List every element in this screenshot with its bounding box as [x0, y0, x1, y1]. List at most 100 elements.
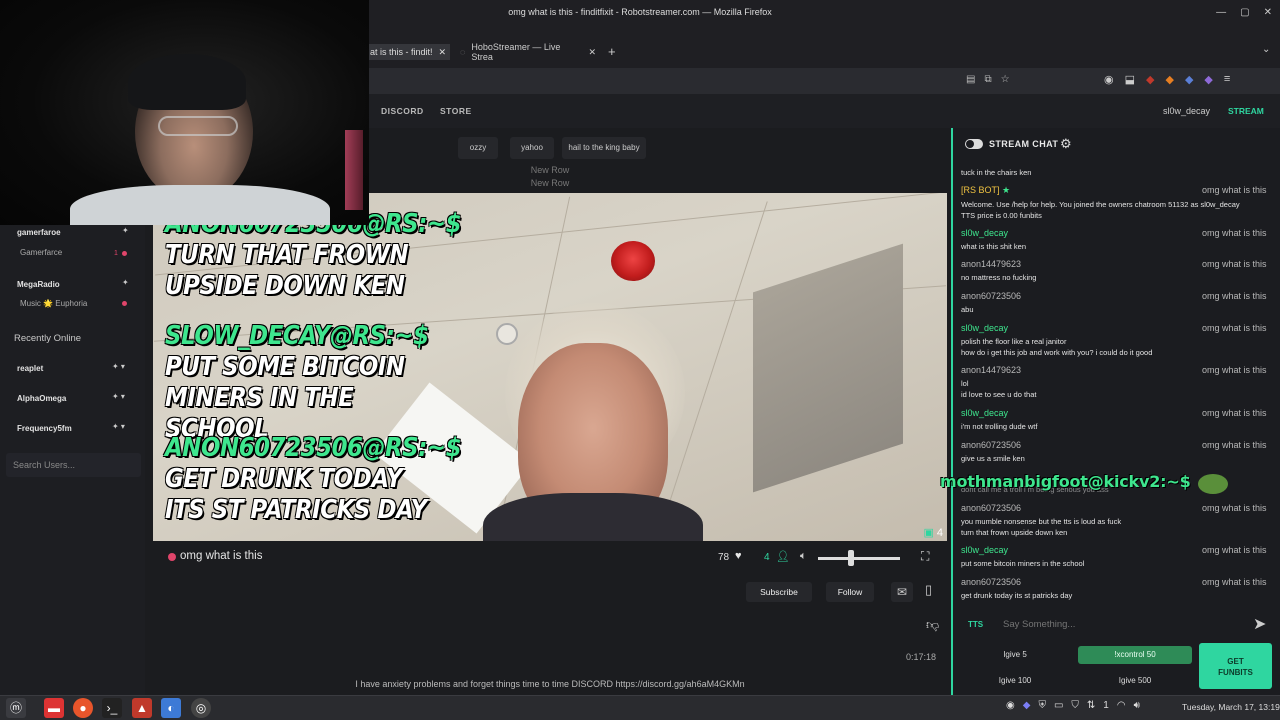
browser-icon[interactable]: ◐	[161, 698, 181, 718]
tab-active[interactable]: at is this - findit! ✕	[368, 44, 450, 60]
terminal-icon[interactable]: ›_	[102, 698, 122, 718]
purple-extension-icon[interactable]: ◆	[1204, 73, 1212, 86]
nav-discord-link[interactable]: DISCORD	[381, 106, 424, 116]
send-icon[interactable]: ➤	[1253, 614, 1266, 634]
video-player[interactable]: ANON60723506@RS:~$ TURN THAT FROWN UPSID…	[153, 193, 947, 541]
chat-username[interactable]: sl0w_decay	[961, 323, 1008, 333]
wifi-icon[interactable]: ◠	[1117, 700, 1126, 711]
speaker-mute-icon[interactable]: 🔈︎	[800, 550, 807, 563]
folder-icon[interactable]: ▬	[44, 698, 64, 718]
tts-toggle[interactable]: TTS	[968, 620, 983, 629]
fox-extension-icon[interactable]: ◆	[1165, 73, 1173, 86]
bookmark-star-icon[interactable]: ☆	[1001, 74, 1010, 85]
gear-icon[interactable]: ⚙	[1060, 136, 1072, 152]
chat-username[interactable]: sl0w_decay	[961, 228, 1008, 238]
volume-slider-track[interactable]	[818, 557, 900, 560]
obs-icon[interactable]: ◎	[191, 698, 211, 718]
live-indicator	[168, 553, 176, 561]
ceiling-light-panel	[753, 243, 903, 493]
extensions-icon[interactable]: ⬓	[1125, 73, 1135, 86]
tab-label: HoboStreamer — Live Strea	[471, 42, 561, 62]
subscribe-button[interactable]: Subscribe	[746, 582, 812, 602]
chat-message-room: omg what is this	[1202, 577, 1267, 587]
viewer-count: 4	[764, 552, 770, 563]
user-menu[interactable]: sl0w_decay	[1163, 106, 1210, 116]
tip-button[interactable]: Igive 100	[958, 672, 1072, 690]
sidebar-live-user[interactable]: MegaRadio	[17, 280, 60, 289]
volume-slider-handle[interactable]	[847, 550, 854, 566]
user-actions-icon[interactable]: ✦ ▾	[112, 422, 125, 431]
chat-username[interactable]: sl0w_decay	[961, 545, 1008, 555]
chevron-down-icon[interactable]: ⌄	[1262, 44, 1270, 55]
new-row-button[interactable]: New Row	[520, 178, 580, 188]
stream-timer: 0:17:18	[906, 652, 937, 662]
update-icon[interactable]: ⛨	[1038, 700, 1046, 711]
urlbar-icons: ▤ ⧉ ☆	[966, 74, 1010, 85]
get-funbits-button[interactable]: GET FUNBITS	[1199, 643, 1272, 689]
close-icon[interactable]: ✕	[1264, 7, 1272, 18]
chat-username[interactable]: sl0w_decay	[961, 408, 1008, 418]
start-menu-icon[interactable]: ⓜ	[6, 698, 26, 718]
user-actions-icon[interactable]: ✦ ▾	[112, 362, 125, 371]
ublock-icon[interactable]: ◆	[1146, 73, 1154, 86]
chat-message-text: give us a smile ken	[961, 454, 1025, 463]
chat-username[interactable]: anon60723506	[961, 291, 1021, 301]
mail-icon[interactable]: ✉	[891, 582, 913, 602]
fullscreen-icon[interactable]: ⛶	[921, 549, 929, 564]
chat-username[interactable]: anon60723506	[961, 577, 1021, 587]
menu-icon[interactable]: ≡	[1224, 73, 1230, 86]
tab-hobostreamer[interactable]: ◌ HoboStreamer — Live Strea ✕	[456, 42, 596, 62]
quick-button-ozzy[interactable]: ozzy	[458, 137, 498, 159]
new-row-button[interactable]: New Row	[520, 165, 580, 175]
network-icon[interactable]: ⇅	[1087, 700, 1095, 711]
clipboard-icon[interactable]: ▭	[1054, 700, 1063, 711]
sidebar-live-user[interactable]: gamerfaroe	[17, 228, 61, 237]
close-tab-icon[interactable]: ✕	[588, 47, 596, 58]
chat-toggle[interactable]	[965, 139, 983, 149]
pin-icon[interactable]: ✦	[122, 226, 129, 235]
account-icon[interactable]: ◉	[1104, 73, 1114, 86]
volume-icon[interactable]: 🔊︎	[1134, 700, 1140, 711]
chat-input[interactable]	[1003, 614, 1243, 634]
chat-username[interactable]: anon14479623	[961, 259, 1021, 269]
sidebar-recent-user[interactable]: AlphaOmega	[17, 394, 66, 403]
shield-extension-icon[interactable]: ◆	[1185, 73, 1193, 86]
screenshot-icon[interactable]: ⧉	[984, 74, 991, 85]
thumbs-down-icon[interactable]: 👎︎	[926, 617, 939, 633]
discord-tray-icon[interactable]: ◆	[1023, 700, 1031, 711]
chat-message-text: you mumble nonsense but the tts is loud …	[961, 517, 1122, 526]
reader-icon[interactable]: ▤	[966, 74, 975, 85]
chat-message-text: how do i get this job and work with you?…	[961, 348, 1153, 357]
chat-username[interactable]: anon60723506	[961, 503, 1021, 513]
chat-username[interactable]: anon14479623	[961, 365, 1021, 375]
quick-button-hail[interactable]: hail to the king baby	[562, 137, 646, 159]
obs-tray-icon[interactable]: ◉	[1006, 700, 1015, 711]
nav-store-link[interactable]: STORE	[440, 106, 472, 116]
search-users-input[interactable]: Search Users...	[6, 453, 141, 477]
heart-icon[interactable]: ♥	[735, 550, 742, 562]
pin-icon[interactable]: ✦	[122, 278, 129, 287]
chat-username[interactable]: anon60723506	[961, 440, 1021, 450]
stream-link[interactable]: STREAM	[1228, 106, 1264, 116]
phone-icon[interactable]: ▯	[925, 582, 932, 598]
new-tab-icon[interactable]: +	[608, 44, 616, 60]
shield-icon[interactable]: ⛉	[1071, 700, 1079, 711]
viewer-count-small: 1	[114, 250, 118, 257]
minimize-icon[interactable]: —	[1216, 7, 1226, 18]
quick-button-yahoo[interactable]: yahoo	[510, 137, 554, 159]
tip-button[interactable]: Igive 5	[958, 646, 1072, 664]
tip-button[interactable]: Igive 500	[1078, 672, 1192, 690]
overlay-viewer-count: ▣ 4	[923, 526, 943, 540]
sidebar-live-sub: Gamerfarce	[20, 248, 63, 257]
chat-message-text: no mattress no fucking	[961, 273, 1037, 282]
chat-message-text: id love to see u do that	[961, 390, 1037, 399]
maximize-icon[interactable]: ▢	[1240, 7, 1249, 18]
user-actions-icon[interactable]: ✦ ▾	[112, 392, 125, 401]
follow-button[interactable]: Follow	[826, 582, 874, 602]
photos-icon[interactable]: ▲	[132, 698, 152, 718]
sidebar-recent-user[interactable]: reaplet	[17, 364, 43, 373]
sidebar-recent-user[interactable]: Frequency5fm	[17, 424, 72, 433]
tip-button[interactable]: !xcontrol 50	[1078, 646, 1192, 664]
firefox-icon[interactable]: ●	[73, 698, 93, 718]
close-tab-icon[interactable]: ✕	[439, 47, 447, 58]
